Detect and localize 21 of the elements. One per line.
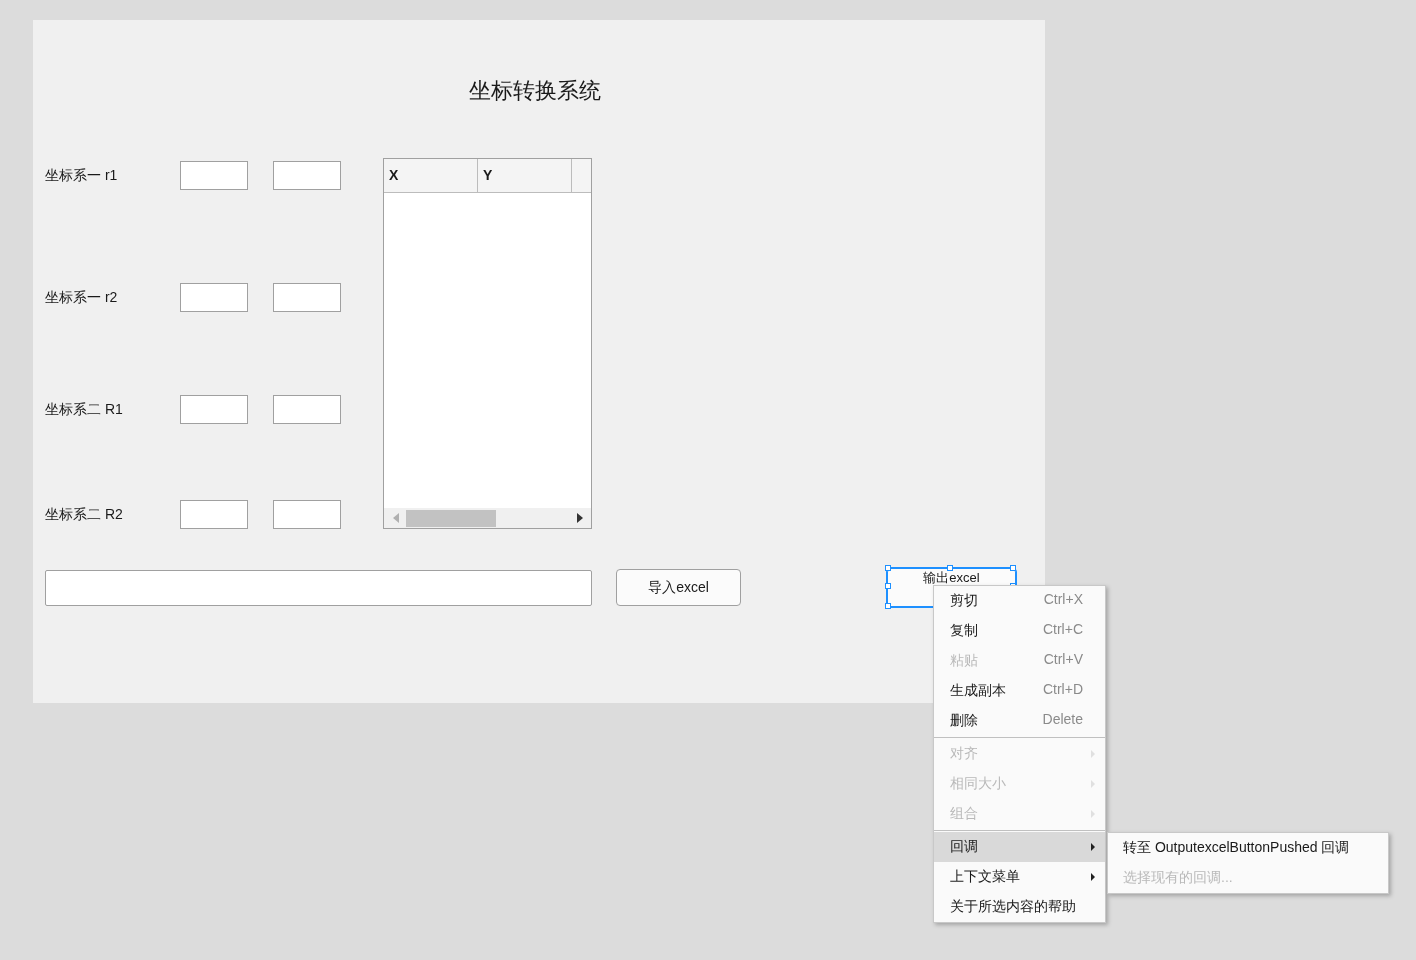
window-title: 坐标转换系统: [469, 77, 601, 105]
menu-label: 粘贴: [950, 652, 978, 670]
menu-label: 关于所选内容的帮助: [950, 898, 1076, 916]
shortcut-text: Ctrl+C: [1042, 621, 1084, 637]
menu-label: 相同大小: [950, 775, 1006, 793]
shortcut-text: Delete: [1042, 711, 1084, 727]
shortcut-text: Ctrl+X: [1043, 591, 1084, 607]
menu-label: 组合: [950, 805, 978, 823]
menu-label: 上下文菜单: [950, 868, 1020, 886]
menu-label: 复制: [950, 622, 978, 640]
menu-label: 剪切: [950, 592, 978, 610]
field-label: 坐标系一 r1: [45, 166, 119, 185]
field-label: 坐标系二 R2: [45, 505, 124, 524]
field-label: 坐标系一 r2: [45, 288, 119, 307]
menu-label: 生成副本: [950, 682, 1006, 700]
shortcut-text: Ctrl+V: [1043, 651, 1084, 667]
menu-label: 回调: [950, 838, 978, 856]
shortcut-text: Ctrl+D: [1042, 681, 1084, 697]
menu-label: 删除: [950, 712, 978, 730]
field-label: 坐标系二 R1: [45, 400, 124, 419]
menu-label: 对齐: [950, 745, 978, 763]
